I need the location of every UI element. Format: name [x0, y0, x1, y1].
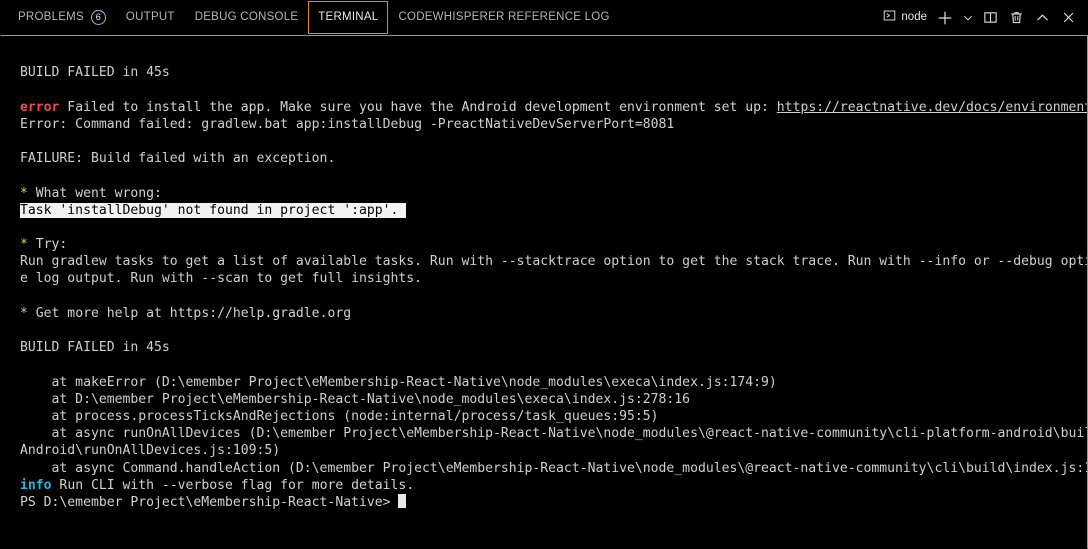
terminal-selected-text: Task 'installDebug' not found in project… [20, 202, 407, 218]
terminal-link[interactable]: https://reactnative.dev/docs/environment… [777, 100, 1087, 115]
vscode-panel: PROBLEMS 6 OUTPUT DEBUG CONSOLE TERMINAL CODE… [0, 0, 1088, 549]
chevron-down-icon [963, 15, 972, 20]
new-terminal-dropdown-button[interactable] [959, 6, 976, 30]
terminal-line: Run gradlew tasks to get a list of avail… [20, 254, 1087, 270]
panel-tab-label: OUTPUT [125, 10, 175, 23]
terminal-line: at process.processTicksAndRejections (no… [20, 408, 659, 424]
panel-tab-terminal[interactable]: TERMINAL [308, 1, 389, 34]
panel-tab-codewhisperer-reference-log[interactable]: CODEWHISPERER REFERENCE LOG [388, 0, 619, 35]
terminal-line: BUILD FAILED in 45s [20, 65, 170, 81]
terminal-line: Error: Command failed: gradlew.bat app:i… [20, 116, 675, 132]
terminal-line: Android\runOnAllDevices.js:109:5) [20, 443, 281, 459]
terminal-text: info [20, 477, 52, 493]
terminal-text: * [20, 237, 28, 253]
terminal-toolbar: node [879, 0, 1088, 35]
terminal-text: Get more help at https://help.gradle.org [27, 305, 352, 321]
terminal-line: Task 'installDebug' not found in project… [20, 202, 1087, 219]
terminal-selector-label: node [901, 10, 927, 23]
panel-tab-list: PROBLEMS 6 OUTPUT DEBUG CONSOLE TERMINAL CODE… [0, 0, 620, 35]
terminal-text: error [20, 99, 60, 115]
terminal-text: What went wrong: [27, 185, 162, 201]
split-terminal-button[interactable] [978, 6, 1002, 30]
terminal-text: * [20, 185, 28, 201]
terminal-line: * What went wrong: [20, 185, 1087, 202]
terminal-text: Run CLI with --verbose flag for more det… [51, 477, 415, 493]
panel-tab-debug-console[interactable]: DEBUG CONSOLE [185, 0, 309, 35]
chevron-up-icon [1036, 14, 1048, 21]
terminal-line: at D:\emember Project\eMembership-React-… [20, 391, 691, 407]
panel-tab-problems[interactable]: PROBLEMS 6 [8, 0, 116, 35]
panel-header: PROBLEMS 6 OUTPUT DEBUG CONSOLE TERMINAL CODE… [0, 0, 1088, 35]
terminal-line: at async Command.handleAction (D:\emembe… [20, 460, 1087, 476]
terminal-cursor [398, 493, 407, 508]
terminal-chevron-icon [883, 9, 896, 27]
trash-icon [1010, 12, 1022, 24]
problems-count-badge: 6 [90, 10, 106, 25]
terminal-panel[interactable]: BUILD FAILED in 45s error Failed to inst… [0, 35, 1088, 549]
panel-tab-label: CODEWHISPERER REFERENCE LOG [398, 10, 610, 23]
terminal-text: * [20, 305, 28, 321]
terminal-text: Try: [27, 237, 68, 253]
terminal-line: at makeError (D:\emember Project\eMember… [20, 374, 777, 390]
split-editor-icon [983, 12, 997, 23]
kill-terminal-button[interactable] [1004, 6, 1028, 30]
terminal-selector[interactable]: node [879, 7, 931, 29]
new-terminal-button[interactable] [933, 6, 957, 30]
close-icon [1063, 12, 1073, 23]
panel-tab-label: TERMINAL [318, 10, 379, 23]
panel-tab-output[interactable]: OUTPUT [116, 0, 185, 35]
terminal-line: at async runOnAllDevices (D:\emember Pro… [20, 426, 1087, 442]
terminal-text: PS D:\emember Project\eMembership-React-… [20, 494, 399, 510]
terminal-line: PS D:\emember Project\eMembership-React-… [20, 493, 1087, 511]
terminal-line: BUILD FAILED in 45s [20, 340, 170, 356]
terminal-line: * Try: [20, 236, 1087, 253]
terminal-line: FAILURE: Build failed with an exception. [20, 151, 336, 167]
terminal-text: Failed to install the app. Make sure you… [59, 99, 777, 115]
terminal-line: e log output. Run with --scan to get ful… [20, 271, 423, 287]
maximize-panel-button[interactable] [1030, 6, 1054, 30]
panel-tab-label: DEBUG CONSOLE [194, 10, 299, 23]
terminal-output[interactable]: BUILD FAILED in 45s error Failed to inst… [1, 36, 1087, 548]
terminal-line: * Get more help at https://help.gradle.o… [20, 305, 1087, 322]
plus-icon [938, 11, 952, 24]
close-panel-button[interactable] [1056, 6, 1080, 30]
panel-tab-label: PROBLEMS [18, 10, 84, 23]
terminal-line: error Failed to install the app. Make su… [20, 99, 1087, 116]
terminal-line: info Run CLI with --verbose flag for mor… [20, 477, 1087, 494]
